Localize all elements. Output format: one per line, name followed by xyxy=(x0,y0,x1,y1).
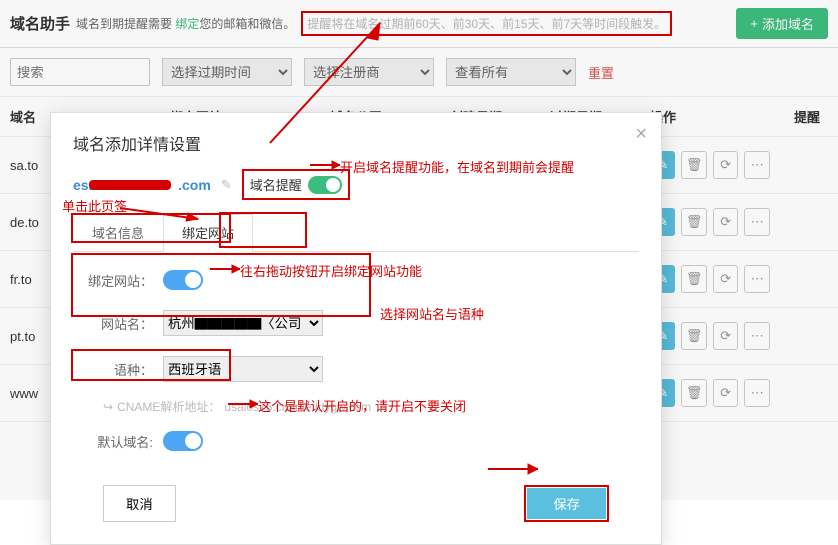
domain-modal: × 域名添加详情设置 es.xxxxxxxxxxx.com ✎ 域名提醒 域名信… xyxy=(50,112,662,545)
language-label: 语种： xyxy=(77,360,153,379)
tab-bind-site[interactable]: 绑定网站 xyxy=(163,214,253,252)
redaction xyxy=(89,180,171,190)
cancel-button[interactable]: 取消 xyxy=(103,485,176,522)
cname-hint: ↪ CNAME解析地址：usalos75.cname.ldygw.com xyxy=(103,398,639,415)
close-icon[interactable]: × xyxy=(635,123,647,146)
default-domain-toggle[interactable] xyxy=(163,431,203,451)
modal-tabs: 域名信息 绑定网站 xyxy=(73,214,639,252)
site-name-label: 网站名： xyxy=(77,314,153,333)
save-button[interactable]: 保存 xyxy=(527,488,606,519)
domain-remind-toggle[interactable] xyxy=(308,176,342,194)
link-icon: ↪ xyxy=(103,400,113,414)
bind-site-toggle[interactable] xyxy=(163,270,203,290)
default-domain-label: 默认域名: xyxy=(77,432,153,451)
site-name-select[interactable]: 杭州▇▇▇▇▇〈公司 xyxy=(163,310,323,336)
tab-domain-info[interactable]: 域名信息 xyxy=(73,214,163,251)
language-select[interactable]: 西班牙语 xyxy=(163,356,323,382)
edit-icon[interactable]: ✎ xyxy=(221,177,232,193)
bind-site-label: 绑定网站： xyxy=(77,271,153,290)
domain-remind-label: 域名提醒 xyxy=(250,175,302,194)
modal-title: 域名添加详情设置 xyxy=(73,131,639,155)
modal-domain-name: es.xxxxxxxxxxx.com xyxy=(73,177,211,193)
